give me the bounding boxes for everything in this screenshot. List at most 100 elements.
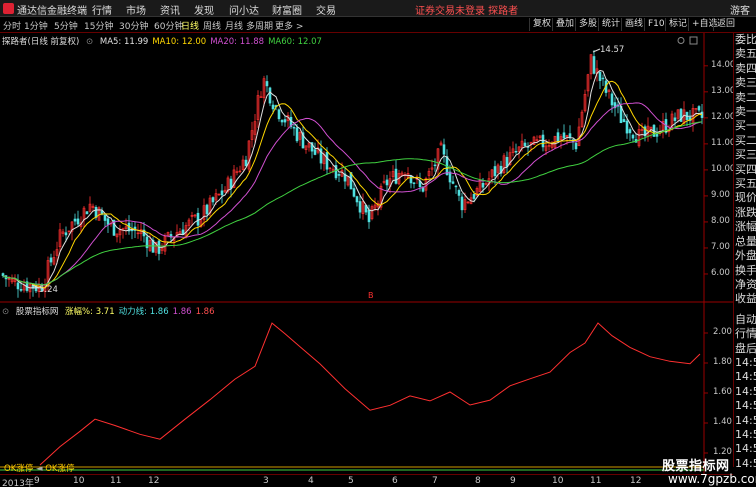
ma-line-ma20	[2, 102, 703, 286]
window-icon[interactable]	[689, 36, 698, 45]
sub-chart-grid	[704, 332, 708, 454]
low-price-label: 5.24	[39, 285, 58, 295]
tick-time-label: 14:5	[735, 399, 756, 413]
candle-body	[622, 119, 626, 123]
settings-icon[interactable]	[677, 37, 685, 44]
candle-body	[454, 185, 458, 188]
quote-field-label: 买五	[735, 177, 756, 191]
month-label: 12	[630, 476, 642, 486]
sub-y-tick-label: 1.40	[713, 417, 732, 427]
quote-field-label: 净资	[735, 277, 756, 291]
watermark-url: www.7gpzb.com	[668, 472, 756, 486]
tick-time-label: 14:5	[735, 427, 756, 441]
ok-label-1: OK涨停	[4, 464, 34, 474]
quote-field-label: 现价	[735, 191, 756, 205]
quote-field-label: 买四	[735, 162, 756, 176]
y-tick-label: 14.00	[711, 59, 736, 70]
y-tick-label: 9.00	[711, 189, 730, 200]
candle-body	[205, 204, 209, 215]
sub-legend-item: 1.86	[195, 307, 215, 317]
candle-body	[103, 214, 107, 221]
candle-body	[412, 182, 416, 184]
sub-legend-item: 1.86	[172, 307, 192, 317]
candle-body	[280, 119, 284, 123]
candle-body	[367, 209, 371, 223]
month-label: 6	[392, 476, 398, 486]
quote-field-label: 委比	[735, 33, 756, 46]
config-icon[interactable]: ⊙	[86, 37, 93, 47]
ma-legend-ma60: MA60: 12.07	[268, 37, 322, 47]
chart-canvas[interactable]: B	[0, 0, 733, 474]
quote-field-label: 买三	[735, 148, 756, 162]
candle-body	[523, 142, 527, 147]
ma-line-ma10	[2, 80, 703, 289]
candle-body	[562, 132, 566, 139]
candle-body	[277, 109, 281, 120]
sub-legend: 涨幅%: 3.71 动力线: 1.86 1.86 1.86	[65, 307, 218, 317]
month-label: 7	[432, 476, 438, 486]
candle-body	[625, 120, 629, 134]
candle-body	[460, 196, 464, 211]
sub-line-path	[39, 322, 701, 466]
y-tick-label: 6.00	[711, 267, 730, 278]
tick-time-label: 14:5	[735, 370, 756, 384]
candle-body	[631, 134, 635, 139]
ma-line-ma60	[2, 121, 703, 286]
candle-body	[481, 182, 485, 188]
candle-body	[358, 201, 362, 213]
y-tick-label: 10.00	[711, 163, 736, 174]
tick-time-label: 14:5	[735, 384, 756, 398]
quote-field-label: 卖二	[735, 90, 756, 104]
y-tick-label: 8.00	[711, 215, 730, 226]
candle-body	[85, 211, 89, 215]
ma-legend-ma20: MA20: 11.88	[210, 37, 265, 47]
candle-body	[355, 196, 359, 203]
quote-field-label: 涨跌	[735, 205, 756, 219]
candle-body	[73, 218, 77, 222]
sub-y-tick-label: 1.60	[713, 387, 732, 397]
month-label: 3	[263, 476, 269, 486]
quote-field-label: 外盘	[735, 249, 756, 263]
quote-field-label: 涨幅	[735, 220, 756, 234]
month-label: 12	[148, 476, 160, 486]
sub-config-icon[interactable]: ⊙	[2, 307, 9, 317]
high-price-label: 14.57	[600, 45, 625, 55]
b-marker: B	[368, 291, 374, 300]
candle-body	[64, 232, 68, 236]
candle-body	[493, 166, 497, 177]
ma-legend-ma10: MA10: 12.00	[152, 37, 207, 47]
candle-body	[352, 188, 356, 197]
candle-body	[448, 171, 452, 183]
quote-field-label: 总量	[735, 234, 756, 248]
candle-body	[265, 81, 269, 87]
candle-body	[76, 218, 80, 225]
month-label: 10	[552, 476, 564, 486]
candle-body	[457, 190, 461, 196]
candle-body	[211, 197, 215, 203]
candle-body	[673, 117, 677, 121]
candle-body	[610, 93, 614, 106]
candle-body	[394, 168, 398, 184]
quote-field-label: 买二	[735, 133, 756, 147]
candle-body	[451, 181, 455, 184]
sub-y-tick-label: 1.80	[713, 357, 732, 367]
month-label: 11	[110, 476, 122, 486]
guest-user[interactable]: 游客	[730, 2, 750, 17]
candle-body	[592, 56, 596, 74]
candle-body	[283, 119, 287, 123]
candle-body	[409, 175, 413, 184]
candle-body	[244, 159, 248, 167]
tick-time-label: 行情	[735, 327, 756, 341]
y-tick-label: 11.00	[711, 137, 736, 148]
month-label: 4	[308, 476, 314, 486]
quote-field-label: 收益	[735, 292, 756, 306]
quote-field-label: 卖一	[735, 105, 756, 119]
candle-body	[472, 194, 476, 199]
candle-body	[514, 151, 518, 153]
main-chart-grid	[704, 65, 708, 275]
candle-body	[220, 190, 224, 196]
quote-field-label: 卖三	[735, 76, 756, 90]
quote-panel: 委比 卖五 卖四 卖三 卖二 卖一 买一 买二 买三 买四 买五 现价 涨跌 涨幅 总量 外盘 换手 净资 收益 自…	[733, 33, 756, 467]
stock-label: 探路者(日线 前复权)	[2, 37, 80, 47]
candle-body	[295, 127, 299, 142]
